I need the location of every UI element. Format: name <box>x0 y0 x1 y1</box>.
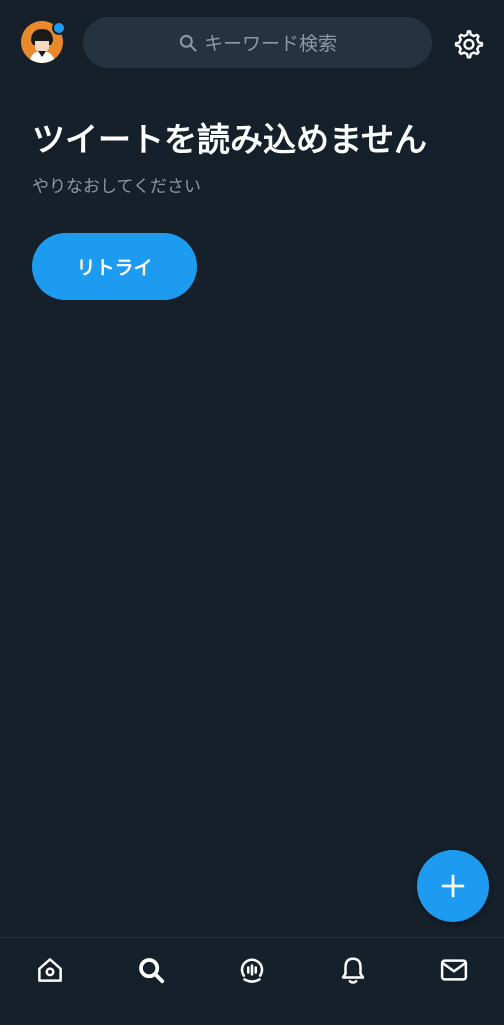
search-icon <box>139 958 165 984</box>
mail-icon <box>440 959 467 981</box>
error-panel: ツイートを読み込めません やりなおしてください <box>32 118 492 197</box>
nav-notifications[interactable] <box>302 938 403 1025</box>
bell-icon <box>341 957 365 984</box>
nav-spaces[interactable] <box>202 938 303 1025</box>
error-subtitle: やりなおしてください <box>32 177 201 197</box>
nav-messages[interactable] <box>403 938 504 1025</box>
notification-dot <box>52 21 66 35</box>
nav-search[interactable] <box>101 938 202 1025</box>
gear-icon <box>454 30 484 59</box>
page-title: ツイートを読み込めません <box>32 120 428 159</box>
top-header: キーワード検索 <box>0 0 504 86</box>
plus-icon <box>441 874 465 898</box>
retry-button[interactable]: リトライ <box>32 233 197 300</box>
spaces-icon <box>240 958 264 983</box>
search-bar[interactable]: キーワード検索 <box>83 17 432 68</box>
search-icon <box>179 34 197 52</box>
settings-button[interactable] <box>452 28 484 60</box>
compose-tweet-button[interactable] <box>417 850 489 922</box>
bottom-nav <box>0 937 504 1025</box>
nav-home[interactable] <box>0 938 101 1025</box>
home-icon <box>38 958 63 982</box>
search-placeholder: キーワード検索 <box>203 33 337 55</box>
